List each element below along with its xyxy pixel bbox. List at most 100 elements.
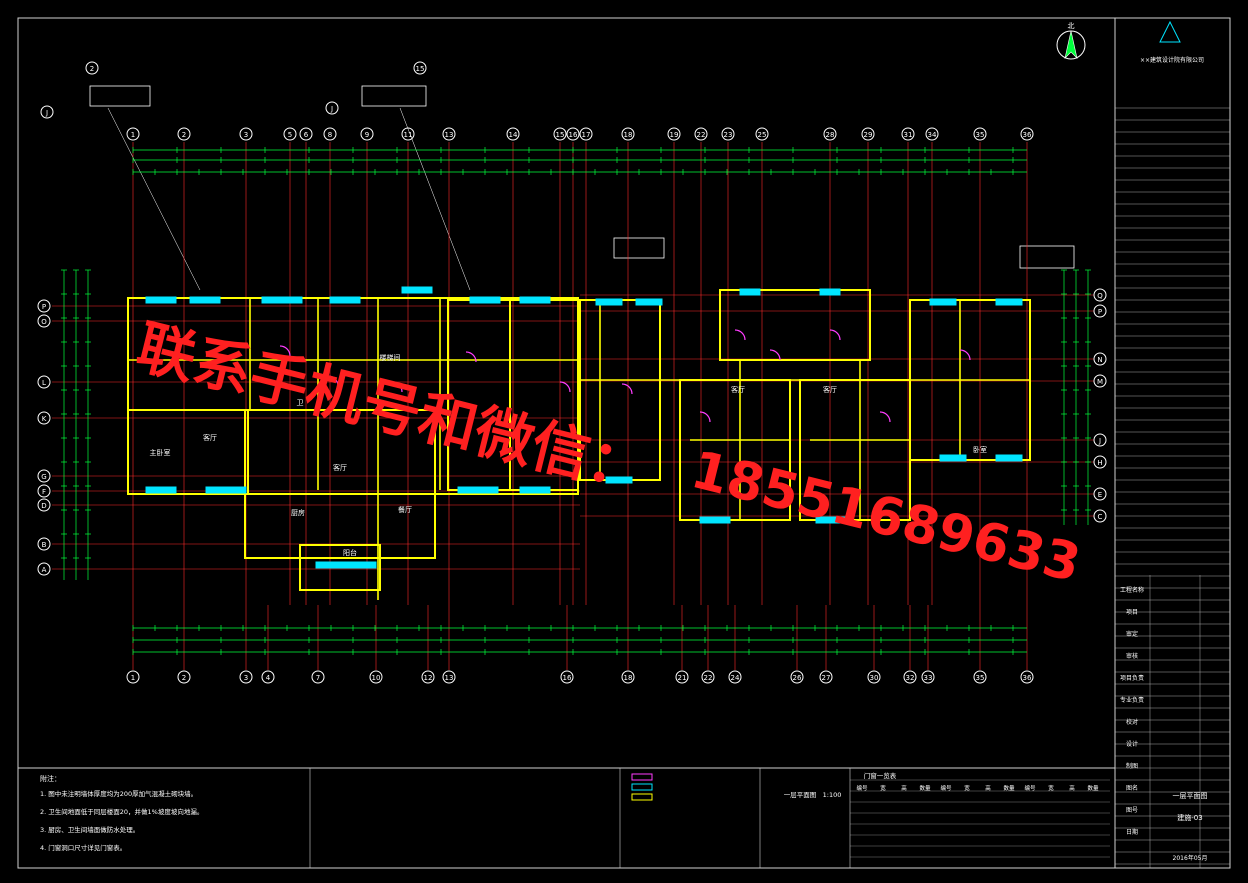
note-line-2: 3. 厨房、卫生间墙面做防水处理。: [40, 825, 139, 834]
grid-bubble-left-G-label: G: [41, 473, 46, 481]
grid-bubble-top-9-label: 9: [365, 131, 369, 139]
wall-block-10: [509, 299, 579, 491]
windows: [145, 286, 1023, 569]
detail-marker-left-top-label: 2: [90, 65, 94, 73]
window-0: [145, 296, 177, 304]
grid-bubble-top-8-label: 8: [328, 131, 332, 139]
door-2: [391, 381, 403, 393]
grid-bubble-right-E-label: E: [1098, 491, 1102, 499]
grid-bubble-bottom-26-label: 26: [793, 674, 802, 682]
window-17: [519, 486, 551, 494]
title-block-label-0: 工程名称: [1120, 586, 1144, 594]
grid-bubble-top-15-label: 15: [556, 131, 565, 139]
outer-frame: [17, 17, 1231, 869]
window-19: [699, 516, 731, 524]
grid-bubble-top-3-label: 3: [244, 131, 248, 139]
grid-bubble-bottom-21-label: 21: [678, 674, 687, 682]
grid-bubble-bottom-27-label: 27: [822, 674, 831, 682]
detail-marker-mid-side-label: J: [330, 105, 333, 113]
doors: [279, 329, 971, 423]
door-table-header-4: 编号: [940, 784, 952, 792]
grid-bubble-top-34-label: 34: [928, 131, 937, 139]
note-line-1: 2. 卫生间地面低于同层楼面20，并做1%坡度坡向地漏。: [40, 807, 203, 816]
door-table-header-5: 宽: [964, 784, 970, 792]
grid-bubble-top-18-label: 18: [624, 131, 633, 139]
grid-bubble-top-13-label: 13: [445, 131, 454, 139]
window-3: [329, 296, 361, 304]
wall-block-1: [244, 409, 436, 559]
room-label-9: 卧室: [973, 445, 987, 454]
grid-bubble-top-25-label: 25: [758, 131, 767, 139]
grid-bubble-left-L-label: L: [42, 379, 46, 387]
grid-bubble-bottom-24-label: 24: [731, 674, 740, 682]
detail-mid-box: [361, 85, 427, 107]
grid-bubble-right-Q-label: Q: [1097, 292, 1103, 300]
grid-bubble-bottom-33-label: 33: [924, 674, 933, 682]
cad-drawing-canvas[interactable]: 2 J 15 J 北 1 2 3 5 6 8 9 11 13 14 15 16 17 18 19 22 23 25 28 29…: [0, 0, 1248, 883]
door-7: [769, 349, 781, 361]
grid-bubble-bottom-16-label: 16: [563, 674, 572, 682]
title-block-label-2: 审定: [1126, 630, 1138, 638]
grid-bubble-top-17-label: 17: [582, 131, 591, 139]
legend-scale: 1:100: [823, 791, 842, 799]
title-block-label-8: 制图: [1126, 762, 1138, 770]
detail-callouts: 2 J 15 J 北: [40, 22, 1086, 291]
wall-block-6: [799, 379, 911, 521]
north-arrow-label: 北: [1068, 22, 1075, 30]
window-12: [995, 298, 1023, 306]
grid-bubble-top-11-label: 11: [404, 131, 413, 139]
title-block-label-4: 项目负责: [1120, 674, 1144, 682]
door-5: [621, 383, 633, 395]
grid-bubble-top-29-label: 29: [864, 131, 873, 139]
grid-bubble-bottom-35-label: 35: [976, 674, 985, 682]
room-label-0: 客厅: [203, 433, 217, 442]
room-labels: 客厅主卧室客厅餐厅厨房卫楼梯间客厅 客厅卧室阳台: [150, 353, 988, 557]
grid-bubble-bottom-12-label: 12: [424, 674, 433, 682]
grid-bubble-left-D-label: D: [41, 502, 46, 510]
grid-bubble-bottom-7-label: 7: [316, 674, 320, 682]
door-table-header-9: 宽: [1048, 784, 1054, 792]
north-arrow-icon: [1064, 30, 1078, 59]
legend-swatch-2: [631, 793, 653, 801]
grid-bubble-bottom-13-label: 13: [445, 674, 454, 682]
company-logo-icon: [1159, 20, 1181, 43]
grid-bubble-bottom-32-label: 32: [906, 674, 915, 682]
window-4: [401, 286, 433, 294]
wall-block-5: [679, 379, 791, 521]
title-block-label-3: 审核: [1126, 652, 1138, 660]
title-block-label-11: 日期: [1126, 828, 1138, 836]
room-label-8: 客厅: [823, 385, 837, 394]
grid-bubble-right-C-label: C: [1098, 513, 1103, 521]
detail-marker-mid-top-label: 15: [416, 65, 425, 73]
window-16: [457, 486, 499, 494]
door-table-header-10: 高: [1069, 784, 1075, 792]
walls: [127, 289, 1031, 600]
window-11: [929, 298, 957, 306]
grid-bubble-left-F-label: F: [42, 488, 46, 496]
grid-bubble-bottom-3-label: 3: [244, 674, 248, 682]
window-15: [315, 561, 377, 569]
door-table-header-2: 高: [901, 784, 907, 792]
grid-bubble-bottom-2-label: 2: [182, 674, 186, 682]
grid-bubble-bottom-10-label: 10: [372, 674, 381, 682]
grid-bubble-bottom-36-label: 36: [1023, 674, 1032, 682]
grid-bubble-top-1-label: 1: [131, 131, 135, 139]
grid-bubble-top-16-label: 16: [569, 131, 578, 139]
axis-grid: 1 2 3 5 6 8 9 11 13 14 15 16 17 18 19 22 23 25 28 29 31 34 35 3…: [37, 127, 1107, 684]
grid-bubble-right-J-label: J: [1098, 437, 1101, 445]
door-table-header-3: 数量: [919, 784, 931, 792]
window-1: [189, 296, 221, 304]
grid-bubble-bottom-30-label: 30: [870, 674, 879, 682]
detail-marker-left-side-label: J: [45, 109, 48, 117]
grid-bubble-top-22-label: 22: [697, 131, 706, 139]
drawing-date: 2016年05月: [1173, 854, 1208, 862]
note-line-3: 4. 门窗洞口尺寸详见门窗表。: [40, 843, 126, 852]
room-label-10: 阳台: [343, 548, 357, 557]
door-11: [734, 329, 746, 341]
grid-bubble-right-P-label: P: [1098, 308, 1102, 316]
door-0: [279, 345, 291, 357]
grid-bubble-top-19-label: 19: [670, 131, 679, 139]
grid-bubble-left-O-label: O: [41, 318, 47, 326]
grid-bubble-left-B-label: B: [42, 541, 47, 549]
title-block: ××建筑设计院有限公司工程名称项目审定审核项目负责专业负责校对设计制图图名图号日…: [1115, 20, 1230, 868]
